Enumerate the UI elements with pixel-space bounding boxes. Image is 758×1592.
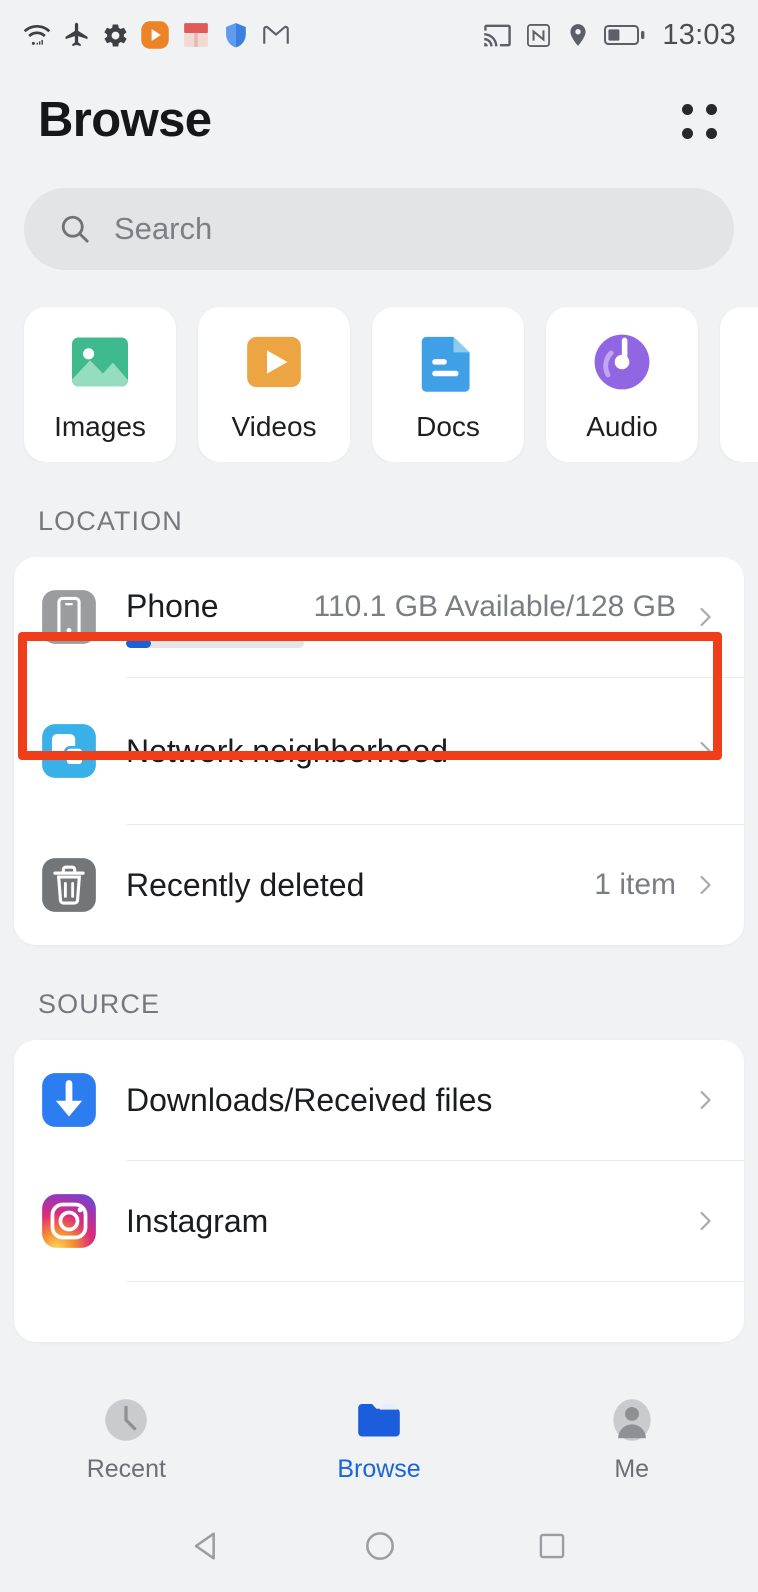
search-input[interactable]: Search <box>24 188 734 270</box>
chevron-right-icon <box>700 875 711 895</box>
cast-icon <box>484 24 512 46</box>
app-header: Browse <box>0 70 758 170</box>
section-title-location: LOCATION <box>38 506 183 536</box>
category-label: Images <box>54 410 146 442</box>
nav-item-browse[interactable]: Browse <box>253 1394 506 1484</box>
home-circle-icon[interactable] <box>360 1526 400 1566</box>
nav-item-recent[interactable]: Recent <box>0 1394 253 1484</box>
downloads-row-content: Downloads/Received files <box>126 1080 676 1120</box>
folder-icon <box>358 1403 400 1437</box>
source-row-label: Downloads/Received files <box>126 1081 493 1118</box>
source-row-instagram[interactable]: Instagram <box>14 1161 744 1281</box>
location-row-label: Phone <box>126 588 219 625</box>
back-triangle-icon[interactable] <box>187 1526 227 1566</box>
status-bar-right-icons: 13:03 <box>483 19 736 52</box>
network-neighborhood-icon <box>42 724 96 778</box>
category-label: Videos <box>231 410 317 442</box>
menu-dot <box>706 128 717 139</box>
security-shield-icon <box>226 23 246 48</box>
instagram-row-content: Instagram <box>126 1201 676 1241</box>
category-card-partial[interactable] <box>720 307 758 462</box>
status-bar: 13:03 <box>0 0 758 70</box>
phone-row-line: Phone 110.1 GB Available/128 GB <box>126 586 676 626</box>
category-label: Audio <box>586 410 658 442</box>
video-play-icon <box>247 336 301 387</box>
menu-dot <box>682 104 693 115</box>
phone-device-icon <box>42 590 96 644</box>
airplane-mode-icon <box>65 22 88 47</box>
system-navigation-bar <box>0 1500 758 1592</box>
recently-deleted-row-content: Recently deleted 1 item <box>126 865 676 905</box>
category-shortcuts[interactable]: Images Videos Docs Audio <box>0 270 758 462</box>
battery-icon <box>604 25 645 45</box>
audio-disc-icon <box>594 334 650 389</box>
search-placeholder: Search <box>114 211 213 246</box>
source-row-downloads[interactable]: Downloads/Received files <box>14 1040 744 1160</box>
grid-menu-icon[interactable] <box>674 98 718 142</box>
bottom-navigation: Recent Browse Me <box>0 1378 758 1500</box>
status-bar-left-icons <box>22 20 291 50</box>
phone-storage-value: 110.1 GB Available/128 GB <box>313 589 676 623</box>
phone-storage-progress <box>126 638 304 648</box>
category-card-videos[interactable]: Videos <box>198 307 350 462</box>
section-title-source: SOURCE <box>38 989 161 1019</box>
page-title: Browse <box>38 93 212 147</box>
source-row-partial[interactable] <box>14 1282 744 1342</box>
search-section: Search <box>0 170 758 270</box>
chevron-right-icon <box>700 1090 711 1110</box>
chevron-right-icon <box>700 607 711 627</box>
menu-dot <box>706 104 717 115</box>
nav-label: Me <box>614 1455 650 1483</box>
instagram-icon <box>42 1194 96 1248</box>
location-row-recently-deleted[interactable]: Recently deleted 1 item <box>14 825 744 945</box>
location-row-phone[interactable]: Phone 110.1 GB Available/128 GB <box>14 557 744 677</box>
network-row-content: Network neighborhood <box>126 731 676 771</box>
image-icon <box>72 337 128 386</box>
location-row-label: Network neighborhood <box>126 732 448 769</box>
nav-label: Recent <box>86 1455 166 1483</box>
phone-screen: 13:03 Browse Search Images Videos Docs A… <box>0 0 758 1592</box>
nav-item-me[interactable]: Me <box>505 1394 758 1484</box>
status-bar-clock: 13:03 <box>662 18 736 51</box>
phone-row-content: Phone 110.1 GB Available/128 GB <box>126 586 676 648</box>
search-icon <box>61 215 89 243</box>
category-card-images[interactable]: Images <box>24 307 176 462</box>
nfc-icon <box>527 23 551 47</box>
gmail-icon <box>263 25 289 44</box>
settings-gear-icon <box>104 23 127 47</box>
location-card: Phone 110.1 GB Available/128 GB Network … <box>14 557 744 945</box>
mailbox-app-icon <box>184 23 208 47</box>
vlc-app-icon <box>141 21 169 49</box>
menu-dot <box>682 128 693 139</box>
location-pin-icon <box>570 24 587 46</box>
chevron-right-icon <box>700 741 711 761</box>
source-row-label: Instagram <box>126 1202 269 1239</box>
phone-storage-progress-fill <box>126 638 151 648</box>
source-card: Downloads/Received files Instagram <box>14 1040 744 1342</box>
location-row-label: Recently deleted <box>126 866 365 903</box>
category-card-audio[interactable]: Audio <box>546 307 698 462</box>
wifi-icon <box>23 25 51 45</box>
clock-icon <box>105 1399 148 1441</box>
person-avatar-icon <box>613 1399 651 1441</box>
recents-square-icon[interactable] <box>533 1527 571 1565</box>
trash-icon <box>42 858 96 912</box>
recently-deleted-count: 1 item <box>594 868 676 901</box>
location-row-network-neighborhood[interactable]: Network neighborhood <box>14 678 744 824</box>
nav-label: Browse <box>337 1455 421 1483</box>
document-icon <box>421 336 470 392</box>
category-card-docs[interactable]: Docs <box>372 307 524 462</box>
category-label: Docs <box>416 410 480 442</box>
download-icon <box>42 1073 96 1127</box>
chevron-right-icon <box>700 1211 711 1231</box>
